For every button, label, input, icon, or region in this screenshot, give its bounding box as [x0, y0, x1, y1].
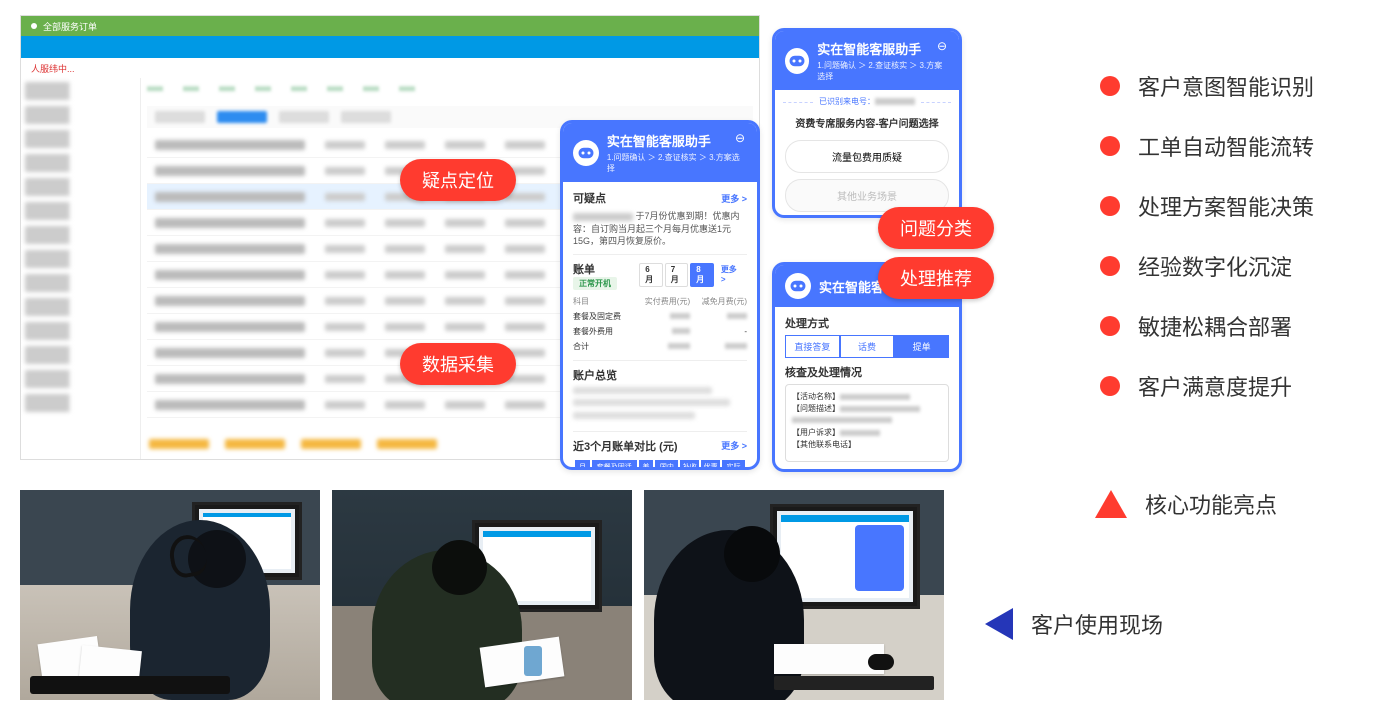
bill-status-badge: 正常开机	[573, 277, 617, 290]
robot-icon	[573, 140, 599, 166]
feature-item: 工单自动智能流转	[1100, 130, 1380, 162]
crm-tab: 人服纬中...	[31, 62, 75, 74]
triangle-up-icon	[1095, 490, 1127, 518]
feature-item: 经验数字化沉淀	[1100, 250, 1380, 282]
bullet-icon	[1100, 196, 1120, 216]
feature-item: 客户满意度提升	[1100, 370, 1380, 402]
scene-photo-2	[332, 490, 632, 700]
bullet-icon	[1100, 136, 1120, 156]
option-flow-fee[interactable]: 流量包费用质疑	[785, 140, 949, 173]
bullet-icon	[1100, 316, 1120, 336]
account-overview-text	[573, 387, 747, 425]
crm-green-title: 全部服务订单	[43, 20, 97, 33]
robot-icon	[785, 48, 809, 74]
section-3month: 近3个月账单对比 (元)	[573, 438, 678, 454]
photo-gallery	[20, 490, 944, 700]
triangle-left-icon	[985, 608, 1013, 640]
assistant-panel-main: 实在智能客服助手 1.问题确认 ＞ 2.查证核实 ＞ 3.方案选择 ⊖ 可疑点 …	[560, 120, 760, 470]
dot-icon	[31, 23, 37, 29]
doubt-description: 于7月份优惠到期！优惠内容：自订购当月起三个月每月优惠送1元15G，第四月恢复原…	[573, 210, 747, 248]
panel-title: 实在智能客	[819, 277, 884, 296]
fee-table: 科目实付费用(元)减免月费(元) 套餐及固定费 套餐外费用- 合计	[573, 294, 747, 354]
feature-item: 客户意图智能识别	[1100, 70, 1380, 102]
callout-classify: 问题分类	[878, 207, 994, 249]
feature-list: 客户意图智能识别 工单自动智能流转 处理方案智能决策 经验数字化沉淀 敏捷松耦合…	[1100, 70, 1380, 430]
crm-tabs: 人服纬中...	[21, 58, 759, 78]
close-icon[interactable]: ⊖	[937, 39, 951, 53]
crm-sub-tabs: xxxxxxxxxxxxxxxxxxxxxxxxxxxxxxxx	[147, 84, 753, 100]
question-prompt: 资费专席服务内容-客户问题选择	[775, 115, 959, 130]
section-method: 处理方式	[785, 315, 829, 331]
highlight-label: 核心功能亮点	[1145, 488, 1277, 520]
crm-sidebar	[21, 78, 141, 459]
section-account: 账户总览	[573, 367, 617, 383]
panel-steps: 1.问题确认 ＞ 2.查证核实 ＞ 3.方案选择	[607, 152, 747, 174]
close-icon[interactable]: ⊖	[735, 131, 749, 145]
robot-icon	[785, 273, 811, 299]
tab-direct[interactable]: 直接答复	[785, 335, 840, 358]
more-link[interactable]: 更多 >	[721, 192, 747, 205]
panel-title: 实在智能客服助手	[607, 131, 747, 150]
panel-header: 实在智能客服助手 1.问题确认 ＞ 2.查证核实 ＞ 3.方案选择 ⊖	[563, 123, 757, 182]
callout-doubt: 疑点定位	[400, 159, 516, 201]
assistant-panel-question: 实在智能客服助手 1.问题确认 ＞ 2.查证核实 ＞ 3.方案选择 ⊖ 已识别来…	[772, 28, 962, 218]
review-content: 【活动名称】 【问题描述】 【用户诉求】 【其他联系电话】	[785, 384, 949, 462]
caller-id-label: 已识别来电号：	[783, 96, 951, 107]
bullet-icon	[1100, 376, 1120, 396]
highlight-row: 核心功能亮点	[1095, 488, 1277, 520]
bullet-icon	[1100, 76, 1120, 96]
callout-recommend: 处理推荐	[878, 257, 994, 299]
confirm-button[interactable]: 确 认	[785, 470, 949, 472]
tab-ticket[interactable]: 提单	[894, 335, 949, 358]
panel-title: 实在智能客服助手	[817, 39, 949, 58]
scene-photo-3	[644, 490, 944, 700]
section-review: 核查及处理情况	[785, 364, 862, 380]
section-doubt: 可疑点	[573, 190, 606, 206]
section-bill: 账单	[573, 264, 595, 276]
crm-blue-bar	[21, 36, 759, 58]
top-composite: 全部服务订单 人服纬中... xxxxxxxxxxxxxxxxxxxxxxxxx…	[20, 15, 1020, 465]
more-link[interactable]: 更多 >	[721, 439, 747, 452]
panel-steps: 1.问题确认 ＞ 2.查证核实 ＞ 3.方案选择	[817, 60, 949, 82]
bullet-icon	[1100, 256, 1120, 276]
tab-fee[interactable]: 话费	[840, 335, 895, 358]
month-switch[interactable]: 6月 7月 8月 更多 >	[639, 263, 747, 287]
scene-photo-1	[20, 490, 320, 700]
panel-header: 实在智能客服助手 1.问题确认 ＞ 2.查证核实 ＞ 3.方案选择 ⊖	[775, 31, 959, 90]
callout-collect: 数据采集	[400, 343, 516, 385]
three-month-table: 月份 套餐及固话费/流量费 差值 国内语音 补收费 优惠费 实际消费 xxxx-…	[573, 458, 747, 470]
feature-item: 处理方案智能决策	[1100, 190, 1380, 222]
feature-item: 敏捷松耦合部署	[1100, 310, 1380, 342]
scene-label: 客户使用现场	[1031, 608, 1163, 640]
scene-row: 客户使用现场	[985, 608, 1163, 640]
method-tabs[interactable]: 直接答复 话费 提单	[785, 335, 949, 358]
crm-green-header: 全部服务订单	[21, 16, 759, 36]
